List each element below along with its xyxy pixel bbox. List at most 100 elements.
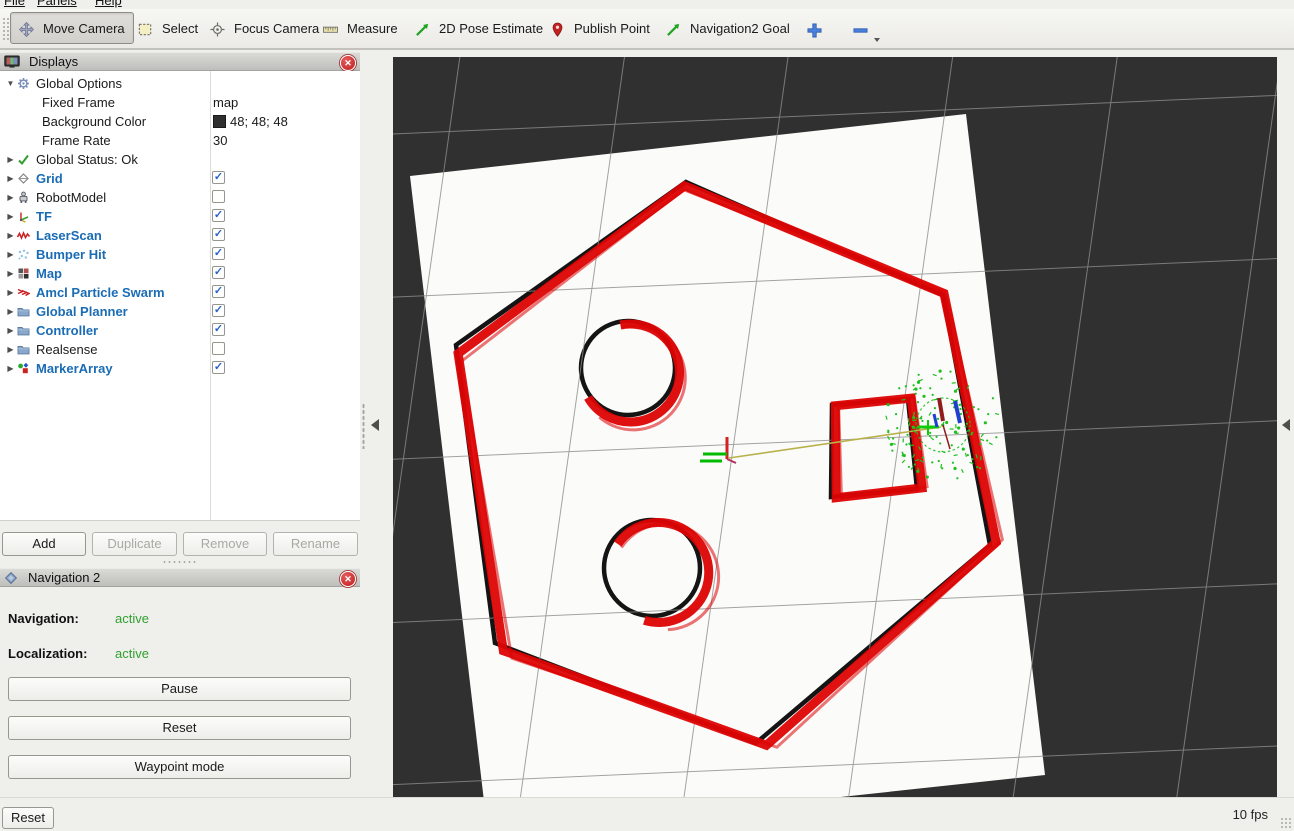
move-camera-tool[interactable]: Move Camera bbox=[10, 12, 134, 44]
display-row-grid[interactable]: ▶ Grid ✓ bbox=[0, 169, 360, 188]
select-tool[interactable]: Select bbox=[138, 9, 198, 48]
measure-icon bbox=[323, 22, 338, 35]
display-row-realsense[interactable]: ▶ Realsense bbox=[0, 340, 360, 359]
row-label: RobotModel bbox=[36, 190, 106, 205]
expand-arrow[interactable]: ▶ bbox=[4, 307, 17, 316]
pose-estimate-tool[interactable]: 2D Pose Estimate bbox=[415, 9, 543, 48]
focus-camera-icon bbox=[210, 22, 225, 35]
pause-button[interactable]: Pause bbox=[8, 677, 351, 701]
toolbar-drag-handle[interactable] bbox=[2, 17, 9, 41]
visibility-checkbox[interactable]: ✓ bbox=[212, 285, 225, 298]
property-label: Frame Rate bbox=[42, 133, 111, 148]
menu-file[interactable]: File bbox=[4, 0, 25, 8]
expand-arrow[interactable]: ▶ bbox=[4, 174, 17, 183]
display-row-map[interactable]: ▶ Map ✓ bbox=[0, 264, 360, 283]
visibility-checkbox[interactable]: ✓ bbox=[212, 209, 225, 222]
property-row-fixed-frame[interactable]: Fixed Frame map bbox=[0, 93, 360, 112]
property-row-frame-rate[interactable]: Frame Rate 30 bbox=[0, 131, 360, 150]
grid-icon bbox=[17, 172, 32, 185]
collapse-handle-right[interactable] bbox=[1282, 419, 1290, 431]
display-row-amcl-particle-swarm[interactable]: ▶ Amcl Particle Swarm ✓ bbox=[0, 283, 360, 302]
expand-arrow[interactable]: ▶ bbox=[4, 212, 17, 221]
rename-display-button[interactable]: Rename bbox=[273, 532, 358, 556]
display-row-bumper-hit[interactable]: ▶ Bumper Hit ✓ bbox=[0, 245, 360, 264]
nav2-panel-header[interactable]: Navigation 2 ✕ bbox=[0, 568, 360, 587]
nav2-panel-title: Navigation 2 bbox=[28, 570, 100, 585]
expand-arrow[interactable]: ▶ bbox=[4, 288, 17, 297]
measure-tool[interactable]: Measure bbox=[323, 9, 398, 48]
displays-tree[interactable]: ▼ Global Options Fixed Frame map Backgro… bbox=[0, 71, 360, 521]
move-camera-label: Move Camera bbox=[43, 21, 125, 36]
display-row-global-status[interactable]: ▶ Global Status: Ok bbox=[0, 150, 360, 169]
display-row-robotmodel[interactable]: ▶ RobotModel bbox=[0, 188, 360, 207]
frame-rate-value[interactable]: 30 bbox=[213, 133, 227, 148]
robot-icon bbox=[17, 191, 32, 204]
expand-arrow[interactable]: ▶ bbox=[4, 250, 17, 259]
display-row-global-planner[interactable]: ▶ Global Planner ✓ bbox=[0, 302, 360, 321]
property-row-background-color[interactable]: Background Color 48; 48; 48 bbox=[0, 112, 360, 131]
resize-grip[interactable] bbox=[1280, 817, 1292, 829]
expand-arrow[interactable]: ▶ bbox=[4, 345, 17, 354]
focus-camera-tool[interactable]: Focus Camera bbox=[210, 9, 319, 48]
visibility-checkbox[interactable]: ✓ bbox=[212, 361, 225, 374]
collapse-arrow[interactable]: ▼ bbox=[4, 79, 17, 88]
folder-icon bbox=[17, 343, 32, 356]
add-display-button[interactable]: Add bbox=[2, 532, 86, 556]
remove-tool-button[interactable] bbox=[852, 9, 871, 48]
background-color-value[interactable]: 48; 48; 48 bbox=[213, 114, 288, 129]
displays-panel-header[interactable]: Displays ✕ bbox=[0, 52, 360, 71]
visibility-checkbox[interactable]: ✓ bbox=[212, 323, 225, 336]
visibility-checkbox[interactable]: ✓ bbox=[212, 266, 225, 279]
folder-icon bbox=[17, 305, 32, 318]
collapse-handle-left[interactable] bbox=[371, 419, 379, 431]
display-row-laserscan[interactable]: ▶ LaserScan ✓ bbox=[0, 226, 360, 245]
menu-panels[interactable]: Panels bbox=[37, 0, 77, 8]
visibility-checkbox[interactable]: ✓ bbox=[212, 304, 225, 317]
color-text: 48; 48; 48 bbox=[230, 114, 288, 129]
publish-point-tool[interactable]: Publish Point bbox=[550, 9, 650, 48]
nav2-goal-tool[interactable]: Navigation2 Goal bbox=[666, 9, 790, 48]
markerarray-icon bbox=[17, 362, 32, 375]
panel-splitter-handle[interactable] bbox=[162, 560, 196, 564]
expand-arrow[interactable]: ▶ bbox=[4, 326, 17, 335]
expand-arrow[interactable]: ▶ bbox=[4, 364, 17, 373]
expand-arrow[interactable]: ▶ bbox=[4, 193, 17, 202]
close-icon[interactable]: ✕ bbox=[340, 55, 356, 71]
visibility-checkbox[interactable]: ✓ bbox=[212, 171, 225, 184]
row-label: Amcl Particle Swarm bbox=[36, 285, 165, 300]
add-tool-button[interactable] bbox=[806, 9, 825, 48]
select-label: Select bbox=[162, 21, 198, 36]
row-label: LaserScan bbox=[36, 228, 102, 243]
splitter-dots[interactable] bbox=[362, 403, 365, 449]
visibility-checkbox[interactable] bbox=[212, 342, 225, 355]
visibility-checkbox[interactable]: ✓ bbox=[212, 228, 225, 241]
nav2-goal-icon bbox=[666, 22, 681, 35]
display-row-markerarray[interactable]: ▶ MarkerArray ✓ bbox=[0, 359, 360, 378]
display-row-global-options[interactable]: ▼ Global Options bbox=[0, 74, 360, 93]
row-label: Global Planner bbox=[36, 304, 128, 319]
select-icon bbox=[138, 22, 153, 35]
visibility-checkbox[interactable] bbox=[212, 190, 225, 203]
monitor-icon bbox=[4, 55, 20, 68]
visibility-checkbox[interactable]: ✓ bbox=[212, 247, 225, 260]
publish-point-label: Publish Point bbox=[574, 21, 650, 36]
3d-viewport[interactable] bbox=[393, 57, 1277, 797]
expand-arrow[interactable]: ▶ bbox=[4, 231, 17, 240]
remove-display-button[interactable]: Remove bbox=[183, 532, 267, 556]
waypoint-mode-button[interactable]: Waypoint mode bbox=[8, 755, 351, 779]
reset-navigation-button[interactable]: Reset bbox=[8, 716, 351, 740]
duplicate-display-button[interactable]: Duplicate bbox=[92, 532, 177, 556]
fixed-frame-value[interactable]: map bbox=[213, 95, 238, 110]
row-label: Realsense bbox=[36, 342, 97, 357]
expand-arrow[interactable]: ▶ bbox=[4, 155, 17, 164]
display-row-controller[interactable]: ▶ Controller ✓ bbox=[0, 321, 360, 340]
close-icon[interactable]: ✕ bbox=[340, 571, 356, 587]
tf-axes-icon bbox=[17, 210, 32, 223]
display-row-tf[interactable]: ▶ TF ✓ bbox=[0, 207, 360, 226]
publish-point-icon bbox=[550, 22, 565, 35]
expand-arrow[interactable]: ▶ bbox=[4, 269, 17, 278]
tool-menu-caret[interactable] bbox=[874, 38, 880, 42]
reset-time-button[interactable]: Reset bbox=[2, 807, 54, 829]
row-label: Controller bbox=[36, 323, 98, 338]
menu-help[interactable]: Help bbox=[95, 0, 122, 8]
